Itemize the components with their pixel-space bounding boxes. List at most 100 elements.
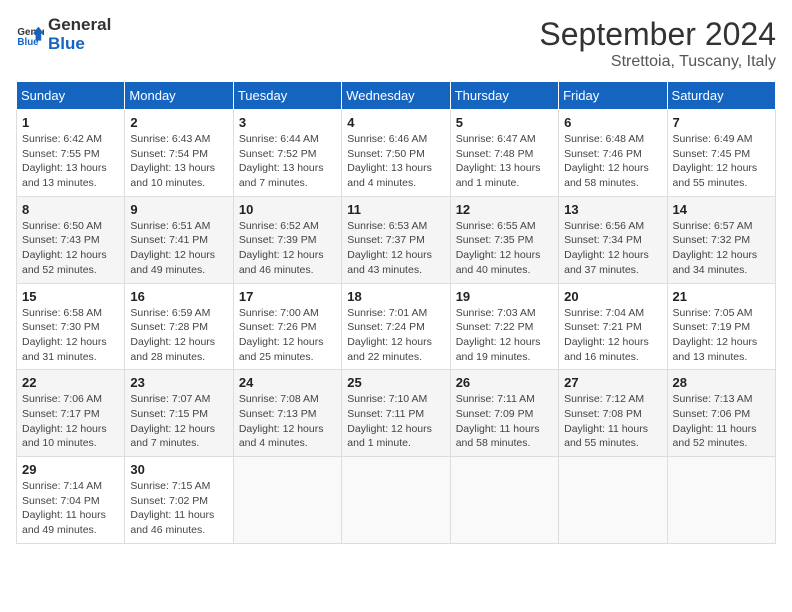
calendar-cell: 4 Sunrise: 6:46 AMSunset: 7:50 PMDaylight… xyxy=(342,110,450,197)
location: Strettoia, Tuscany, Italy xyxy=(539,53,776,71)
day-info: Sunrise: 6:44 AMSunset: 7:52 PMDaylight:… xyxy=(239,132,336,191)
day-number: 18 xyxy=(347,289,444,304)
day-number: 6 xyxy=(564,115,661,130)
day-number: 11 xyxy=(347,202,444,217)
day-number: 4 xyxy=(347,115,444,130)
calendar-cell: 3 Sunrise: 6:44 AMSunset: 7:52 PMDaylight… xyxy=(233,110,341,197)
day-number: 24 xyxy=(239,375,336,390)
calendar-cell: 7 Sunrise: 6:49 AMSunset: 7:45 PMDaylight… xyxy=(667,110,775,197)
day-info: Sunrise: 7:13 AMSunset: 7:06 PMDaylight:… xyxy=(673,392,770,451)
calendar-cell: 20 Sunrise: 7:04 AMSunset: 7:21 PMDayligh… xyxy=(559,283,667,370)
day-number: 13 xyxy=(564,202,661,217)
day-info: Sunrise: 6:58 AMSunset: 7:30 PMDaylight:… xyxy=(22,306,119,365)
day-number: 3 xyxy=(239,115,336,130)
calendar-cell xyxy=(559,457,667,544)
calendar-cell: 8 Sunrise: 6:50 AMSunset: 7:43 PMDaylight… xyxy=(17,196,125,283)
day-number: 22 xyxy=(22,375,119,390)
calendar-cell: 30Sunrise: 7:15 AMSunset: 7:02 PMDayligh… xyxy=(125,457,233,544)
day-number: 20 xyxy=(564,289,661,304)
calendar-cell xyxy=(233,457,341,544)
calendar-cell xyxy=(450,457,558,544)
calendar-cell xyxy=(667,457,775,544)
day-info: Sunrise: 6:57 AMSunset: 7:32 PMDaylight:… xyxy=(673,219,770,278)
day-info: Sunrise: 7:12 AMSunset: 7:08 PMDaylight:… xyxy=(564,392,661,451)
calendar-cell: 27 Sunrise: 7:12 AMSunset: 7:08 PMDayligh… xyxy=(559,370,667,457)
day-info: Sunrise: 7:08 AMSunset: 7:13 PMDaylight:… xyxy=(239,392,336,451)
calendar-week-5: 29 Sunrise: 7:14 AMSunset: 7:04 PMDayligh… xyxy=(17,457,776,544)
calendar-cell: 17 Sunrise: 7:00 AMSunset: 7:26 PMDayligh… xyxy=(233,283,341,370)
day-info: Sunrise: 7:04 AMSunset: 7:21 PMDaylight:… xyxy=(564,306,661,365)
calendar-cell: 21 Sunrise: 7:05 AMSunset: 7:19 PMDayligh… xyxy=(667,283,775,370)
calendar-cell: 1Sunrise: 6:42 AMSunset: 7:55 PMDaylight… xyxy=(17,110,125,197)
calendar-cell: 29 Sunrise: 7:14 AMSunset: 7:04 PMDayligh… xyxy=(17,457,125,544)
day-number: 29 xyxy=(22,462,119,477)
logo: General Blue General Blue xyxy=(16,16,111,53)
day-number: 10 xyxy=(239,202,336,217)
day-info: Sunrise: 7:14 AMSunset: 7:04 PMDaylight:… xyxy=(22,479,119,538)
page-header: General Blue General Blue September 2024… xyxy=(16,16,776,71)
calendar-cell: 28 Sunrise: 7:13 AMSunset: 7:06 PMDayligh… xyxy=(667,370,775,457)
day-info: Sunrise: 7:00 AMSunset: 7:26 PMDaylight:… xyxy=(239,306,336,365)
day-number: 15 xyxy=(22,289,119,304)
logo-general: General xyxy=(48,15,111,34)
day-info: Sunrise: 7:07 AMSunset: 7:15 PMDaylight:… xyxy=(130,392,227,451)
day-info: Sunrise: 6:46 AMSunset: 7:50 PMDaylight:… xyxy=(347,132,444,191)
calendar-cell: 26Sunrise: 7:11 AMSunset: 7:09 PMDayligh… xyxy=(450,370,558,457)
calendar-body: 1Sunrise: 6:42 AMSunset: 7:55 PMDaylight… xyxy=(17,110,776,544)
calendar-cell: 2 Sunrise: 6:43 AMSunset: 7:54 PMDaylight… xyxy=(125,110,233,197)
day-info: Sunrise: 6:56 AMSunset: 7:34 PMDaylight:… xyxy=(564,219,661,278)
day-info: Sunrise: 7:06 AMSunset: 7:17 PMDaylight:… xyxy=(22,392,119,451)
day-number: 27 xyxy=(564,375,661,390)
day-number: 16 xyxy=(130,289,227,304)
calendar-cell: 23Sunrise: 7:07 AMSunset: 7:15 PMDayligh… xyxy=(125,370,233,457)
calendar-cell: 19Sunrise: 7:03 AMSunset: 7:22 PMDayligh… xyxy=(450,283,558,370)
day-info: Sunrise: 7:03 AMSunset: 7:22 PMDaylight:… xyxy=(456,306,553,365)
day-info: Sunrise: 7:01 AMSunset: 7:24 PMDaylight:… xyxy=(347,306,444,365)
day-number: 28 xyxy=(673,375,770,390)
day-number: 21 xyxy=(673,289,770,304)
day-info: Sunrise: 6:55 AMSunset: 7:35 PMDaylight:… xyxy=(456,219,553,278)
logo-icon: General Blue xyxy=(16,21,44,49)
calendar-week-2: 8 Sunrise: 6:50 AMSunset: 7:43 PMDaylight… xyxy=(17,196,776,283)
calendar-header-wednesday: Wednesday xyxy=(342,82,450,110)
day-info: Sunrise: 6:59 AMSunset: 7:28 PMDaylight:… xyxy=(130,306,227,365)
calendar-header-monday: Monday xyxy=(125,82,233,110)
calendar-cell: 15 Sunrise: 6:58 AMSunset: 7:30 PMDayligh… xyxy=(17,283,125,370)
calendar-cell xyxy=(342,457,450,544)
day-info: Sunrise: 6:49 AMSunset: 7:45 PMDaylight:… xyxy=(673,132,770,191)
day-number: 7 xyxy=(673,115,770,130)
calendar-cell: 16 Sunrise: 6:59 AMSunset: 7:28 PMDayligh… xyxy=(125,283,233,370)
day-number: 26 xyxy=(456,375,553,390)
day-number: 25 xyxy=(347,375,444,390)
day-number: 9 xyxy=(130,202,227,217)
calendar-cell: 22 Sunrise: 7:06 AMSunset: 7:17 PMDayligh… xyxy=(17,370,125,457)
calendar-cell: 14 Sunrise: 6:57 AMSunset: 7:32 PMDayligh… xyxy=(667,196,775,283)
day-number: 17 xyxy=(239,289,336,304)
calendar-cell: 11 Sunrise: 6:53 AMSunset: 7:37 PMDayligh… xyxy=(342,196,450,283)
day-info: Sunrise: 7:10 AMSunset: 7:11 PMDaylight:… xyxy=(347,392,444,451)
calendar-week-1: 1Sunrise: 6:42 AMSunset: 7:55 PMDaylight… xyxy=(17,110,776,197)
calendar-header-friday: Friday xyxy=(559,82,667,110)
day-number: 14 xyxy=(673,202,770,217)
calendar-cell: 5 Sunrise: 6:47 AMSunset: 7:48 PMDaylight… xyxy=(450,110,558,197)
calendar-cell: 9 Sunrise: 6:51 AMSunset: 7:41 PMDaylight… xyxy=(125,196,233,283)
month-title: September 2024 xyxy=(539,16,776,53)
day-info: Sunrise: 6:43 AMSunset: 7:54 PMDaylight:… xyxy=(130,132,227,191)
calendar-cell: 24 Sunrise: 7:08 AMSunset: 7:13 PMDayligh… xyxy=(233,370,341,457)
day-info: Sunrise: 6:47 AMSunset: 7:48 PMDaylight:… xyxy=(456,132,553,191)
day-info: Sunrise: 6:50 AMSunset: 7:43 PMDaylight:… xyxy=(22,219,119,278)
calendar-cell: 10Sunrise: 6:52 AMSunset: 7:39 PMDayligh… xyxy=(233,196,341,283)
day-number: 8 xyxy=(22,202,119,217)
calendar-header-sunday: Sunday xyxy=(17,82,125,110)
day-number: 2 xyxy=(130,115,227,130)
day-info: Sunrise: 6:51 AMSunset: 7:41 PMDaylight:… xyxy=(130,219,227,278)
calendar-week-4: 22 Sunrise: 7:06 AMSunset: 7:17 PMDayligh… xyxy=(17,370,776,457)
calendar-header-saturday: Saturday xyxy=(667,82,775,110)
day-info: Sunrise: 6:53 AMSunset: 7:37 PMDaylight:… xyxy=(347,219,444,278)
calendar-cell: 6Sunrise: 6:48 AMSunset: 7:46 PMDaylight… xyxy=(559,110,667,197)
day-info: Sunrise: 7:05 AMSunset: 7:19 PMDaylight:… xyxy=(673,306,770,365)
calendar-week-3: 15 Sunrise: 6:58 AMSunset: 7:30 PMDayligh… xyxy=(17,283,776,370)
title-block: September 2024 Strettoia, Tuscany, Italy xyxy=(539,16,776,71)
day-number: 5 xyxy=(456,115,553,130)
calendar-table: SundayMondayTuesdayWednesdayThursdayFrid… xyxy=(16,81,776,544)
